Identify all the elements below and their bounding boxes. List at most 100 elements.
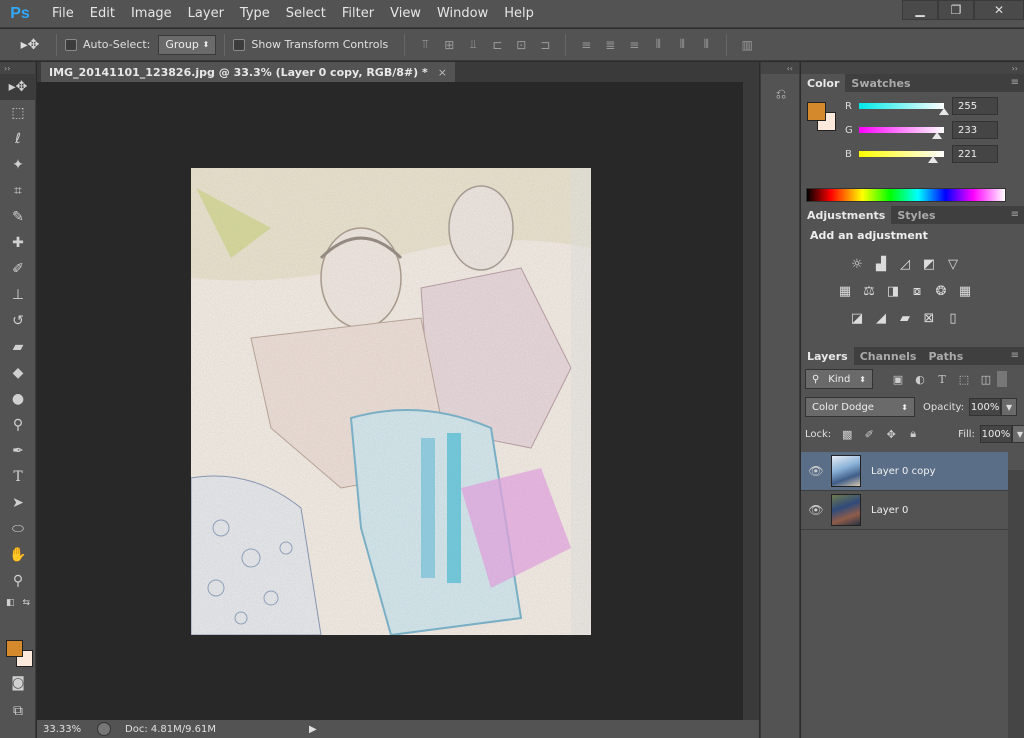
menu-view[interactable]: View — [382, 0, 429, 28]
blend-mode-dropdown[interactable]: Color Dodge ⬍ — [805, 397, 915, 417]
path-selection-icon[interactable]: ➤ — [0, 490, 36, 516]
filter-kind-dropdown[interactable]: ⚲ Kind ⬍ — [805, 369, 873, 389]
filter-shape-icon[interactable]: ⬚ — [953, 370, 975, 388]
status-menu-arrow-icon[interactable]: ▶ — [309, 724, 317, 735]
dock-collapse[interactable]: ‹‹ — [761, 62, 799, 74]
distribute-right-icon[interactable]: ⦀ — [697, 37, 715, 53]
zoom-level[interactable]: 33.33% — [37, 724, 89, 735]
tab-paths[interactable]: Paths — [922, 347, 969, 365]
lock-position-icon[interactable]: ✥ — [880, 425, 902, 443]
levels-icon[interactable]: ▟ — [869, 254, 893, 274]
default-colors-icon[interactable]: ◧ — [6, 598, 15, 608]
status-info-icon[interactable] — [97, 722, 111, 736]
menu-filter[interactable]: Filter — [334, 0, 382, 28]
blue-slider-thumb[interactable] — [927, 156, 938, 163]
color-lookup-icon[interactable]: ▦ — [953, 281, 977, 301]
healing-brush-icon[interactable]: ✚ — [0, 230, 36, 256]
menu-type[interactable]: Type — [232, 0, 278, 28]
filter-smart-object-icon[interactable]: ◫ — [975, 370, 997, 388]
tab-swatches[interactable]: Swatches — [845, 74, 916, 92]
menu-layer[interactable]: Layer — [180, 0, 232, 28]
screen-mode-icon[interactable]: ⧉ — [0, 698, 36, 724]
blue-slider[interactable] — [859, 151, 944, 163]
posterize-icon[interactable]: ◢ — [869, 308, 893, 328]
crop-tool-icon[interactable]: ⌗ — [0, 178, 36, 204]
tab-color[interactable]: Color — [801, 74, 846, 92]
close-document-icon[interactable]: × — [438, 66, 447, 79]
filter-pixel-icon[interactable]: ▣ — [887, 370, 909, 388]
auto-select-checkbox[interactable]: Auto-Select: — [65, 38, 150, 51]
blur-tool-icon[interactable]: ● — [0, 386, 36, 412]
toolbar-collapse[interactable]: ›› — [0, 62, 35, 74]
auto-select-box[interactable] — [65, 38, 77, 51]
fill-slider-toggle[interactable]: ▼ — [1011, 425, 1024, 443]
document-image[interactable] — [191, 168, 591, 635]
visibility-eye-icon[interactable]: 👁︎ — [801, 464, 831, 478]
panel-menu-icon[interactable]: ≡ — [1011, 77, 1019, 88]
curves-icon[interactable]: ◿ — [893, 254, 917, 274]
eraser-icon[interactable]: ▰ — [0, 334, 36, 360]
menu-help[interactable]: Help — [496, 0, 542, 28]
brightness-contrast-icon[interactable]: ☼ — [845, 254, 869, 274]
auto-align-icon[interactable]: ▥ — [738, 37, 756, 53]
align-top-icon[interactable]: ⫪ — [416, 37, 434, 53]
layer-name[interactable]: Layer 0 copy — [871, 466, 935, 477]
red-slider[interactable] — [859, 103, 949, 115]
opacity-input[interactable]: 100% — [969, 398, 1002, 416]
layers-scrollbar[interactable] — [1008, 470, 1024, 738]
marquee-tool-icon[interactable]: ⬚ — [0, 100, 36, 126]
document-tab[interactable]: IMG_20141101_123826.jpg @ 33.3% (Layer 0… — [41, 62, 455, 82]
red-value[interactable]: 255 — [952, 97, 998, 115]
lock-image-icon[interactable]: ✐ — [858, 425, 880, 443]
auto-select-target-dropdown[interactable]: Group ⬍ — [158, 34, 217, 55]
clone-stamp-icon[interactable]: ⊥ — [0, 282, 36, 308]
move-tool-icon[interactable]: ▸✥ — [15, 37, 45, 53]
align-right-icon[interactable]: ⊐ — [536, 37, 554, 53]
canvas-vertical-scrollbar[interactable] — [743, 82, 759, 720]
distribute-hcenter-icon[interactable]: ⦀ — [673, 37, 691, 53]
threshold-icon[interactable]: ▰ — [893, 308, 917, 328]
type-tool-icon[interactable]: T — [0, 464, 36, 490]
visibility-eye-icon[interactable]: 👁︎ — [801, 503, 831, 517]
distribute-left-icon[interactable]: ⦀ — [649, 37, 667, 53]
menu-file[interactable]: File — [44, 0, 82, 28]
green-value[interactable]: 233 — [952, 121, 998, 139]
distribute-bottom-icon[interactable]: ≡ — [625, 37, 643, 53]
align-bottom-icon[interactable]: ⫫ — [464, 37, 482, 53]
pen-tool-icon[interactable]: ✒ — [0, 438, 36, 464]
swap-colors-icon[interactable]: ⇆ — [22, 598, 30, 608]
filter-toggle-icon[interactable] — [997, 371, 1007, 387]
menu-edit[interactable]: Edit — [82, 0, 123, 28]
show-transform-checkbox[interactable]: Show Transform Controls — [233, 38, 388, 51]
panel-menu-icon[interactable]: ≡ — [1011, 350, 1019, 361]
layer-thumbnail[interactable] — [831, 494, 861, 526]
channel-mixer-icon[interactable]: ❂ — [929, 281, 953, 301]
minimize-button[interactable]: ▁ — [902, 0, 938, 20]
selective-color-icon[interactable]: ⊠ — [917, 308, 941, 328]
lasso-tool-icon[interactable]: ℓ — [0, 126, 36, 152]
ellipse-tool-icon[interactable]: ⬭ — [0, 516, 36, 542]
history-panel-icon[interactable]: ⎌ — [771, 84, 791, 104]
brush-tool-icon[interactable]: ✐ — [0, 256, 36, 282]
vibrance-icon[interactable]: ▽ — [941, 254, 965, 274]
menu-select[interactable]: Select — [278, 0, 334, 28]
red-slider-thumb[interactable] — [939, 108, 949, 115]
opacity-slider-toggle[interactable]: ▼ — [1001, 398, 1018, 416]
layer-row[interactable]: 👁︎ Layer 0 copy — [801, 452, 1008, 491]
layer-row[interactable]: 👁︎ Layer 0 — [801, 491, 1008, 530]
green-slider[interactable] — [859, 127, 944, 139]
align-left-icon[interactable]: ⊏ — [488, 37, 506, 53]
layer-name[interactable]: Layer 0 — [871, 505, 908, 516]
gradient-map-icon[interactable]: ▯ — [941, 308, 965, 328]
filter-adjustment-icon[interactable]: ◐ — [909, 370, 931, 388]
color-spectrum-bar[interactable] — [806, 188, 1006, 202]
restore-button[interactable]: ❐ — [938, 0, 974, 20]
eyedropper-icon[interactable]: ✎ — [0, 204, 36, 230]
tab-styles[interactable]: Styles — [891, 206, 941, 224]
show-transform-box[interactable] — [233, 38, 246, 51]
foreground-color-swatch[interactable] — [6, 640, 23, 657]
filter-type-icon[interactable]: T — [931, 370, 953, 388]
color-swap-controls[interactable]: ◧ ⇆ — [0, 594, 36, 612]
close-button[interactable]: ✕ — [974, 0, 1024, 20]
align-hcenter-icon[interactable]: ⊡ — [512, 37, 530, 53]
